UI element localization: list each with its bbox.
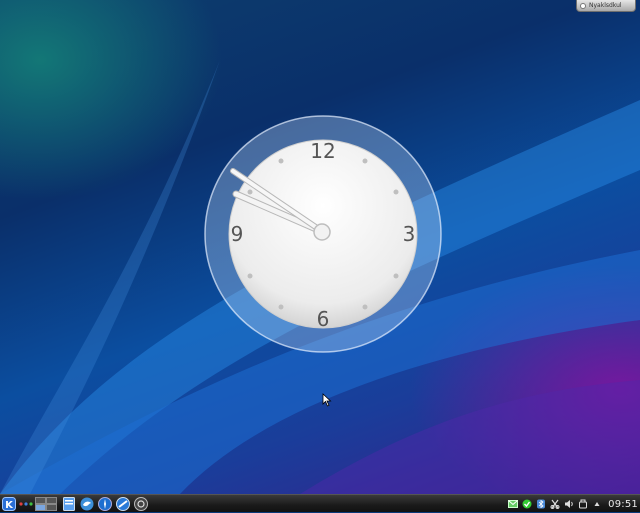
expand-tray-icon[interactable] — [592, 499, 602, 509]
kde-logo-icon[interactable]: K — [1, 496, 17, 512]
numeral-6: 6 — [317, 307, 330, 331]
analog-clock-widget[interactable]: 12 3 6 9 — [203, 114, 443, 354]
network-icon[interactable] — [115, 496, 131, 512]
numeral-9: 9 — [231, 222, 244, 246]
system-tray: 09:51 — [504, 495, 638, 513]
desktop-wallpaper[interactable]: Nyaklsdkul 12 3 6 9 — [0, 0, 640, 494]
bluetooth-icon[interactable] — [536, 499, 546, 509]
activity-dots-icon[interactable] — [19, 496, 33, 512]
svg-text:K: K — [5, 500, 14, 511]
panel-digital-clock[interactable]: 09:51 — [608, 499, 638, 510]
volume-icon[interactable] — [564, 499, 574, 509]
system-monitor-icon[interactable] — [133, 496, 149, 512]
toolbox-label: Nyaklsdkul — [589, 2, 622, 9]
update-check-icon[interactable] — [522, 499, 532, 509]
mouse-pointer-icon — [322, 393, 332, 407]
desktop-toolbox-button[interactable]: Nyaklsdkul — [576, 0, 636, 12]
clock-center-pin — [313, 223, 331, 241]
numeral-3: 3 — [403, 222, 416, 246]
toolbox-icon — [580, 2, 586, 9]
bird-icon[interactable] — [79, 496, 95, 512]
bottom-panel-taskbar: K 09:51 — [0, 494, 640, 512]
file-manager-icon[interactable] — [61, 496, 77, 512]
browser-icon[interactable] — [97, 496, 113, 512]
numeral-12: 12 — [310, 139, 335, 163]
virtual-desktop-pager-icon[interactable] — [35, 496, 57, 512]
email-icon[interactable] — [508, 499, 519, 509]
device-notifier-icon[interactable] — [578, 499, 588, 509]
clipboard-icon[interactable] — [550, 499, 560, 509]
